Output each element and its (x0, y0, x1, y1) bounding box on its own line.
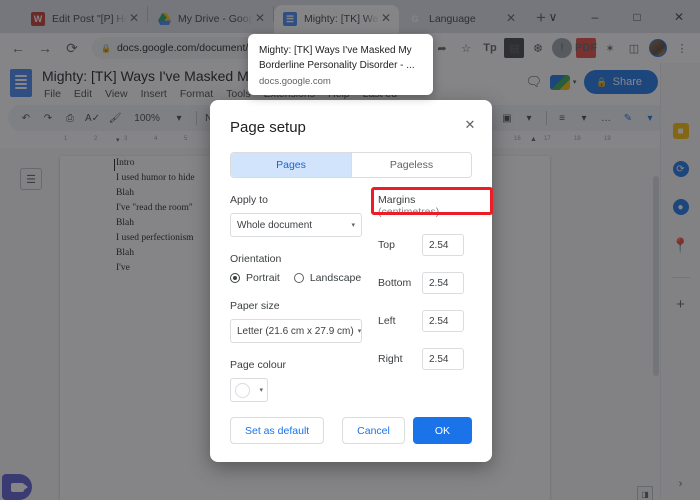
dialog-footer: Set as default Cancel OK (230, 417, 472, 444)
page-mode-tabs: Pages Pageless (230, 152, 472, 178)
margin-top-label: Top (378, 239, 395, 251)
tooltip-title-line2: Borderline Personality Disorder - ... (259, 60, 415, 71)
radio-landscape-label: Landscape (309, 272, 362, 284)
radio-selected-icon (230, 273, 240, 283)
chevron-down-icon: ▾ (259, 387, 263, 394)
tab-pages[interactable]: Pages (231, 153, 351, 177)
paper-size-select[interactable]: Letter (21.6 cm x 27.9 cm) ▾ (230, 319, 362, 343)
colour-swatch (235, 382, 250, 398)
page-colour-picker[interactable]: ▾ (230, 378, 268, 402)
margin-bottom-input[interactable] (422, 272, 464, 294)
apply-to-select[interactable]: Whole document ▾ (230, 213, 362, 237)
margin-left-input[interactable] (422, 310, 464, 332)
radio-portrait-label: Portrait (246, 272, 280, 284)
margin-row-top: Top (378, 234, 472, 256)
paper-size-label: Paper size (230, 300, 280, 312)
margin-right-input[interactable] (422, 348, 464, 370)
dialog-right-column: Margins (centimetres) Top Bottom Left Ri… (371, 187, 493, 418)
tab-pageless[interactable]: Pageless (351, 153, 471, 177)
dialog-primary-actions: Cancel OK (342, 417, 472, 444)
paper-size-group: Paper size Letter (21.6 cm x 27.9 cm) ▾ (230, 300, 362, 343)
paper-size-value: Letter (21.6 cm x 27.9 cm) (237, 325, 354, 337)
cancel-button[interactable]: Cancel (342, 417, 405, 444)
ok-button[interactable]: OK (412, 417, 472, 444)
orientation-group: Orientation Portrait Landscape (230, 253, 362, 284)
radio-landscape[interactable]: Landscape (293, 272, 362, 284)
tooltip-url: docs.google.com (259, 76, 331, 87)
page-colour-label: Page colour (230, 359, 287, 371)
apply-to-group: Apply to Whole document ▾ (230, 194, 362, 237)
margin-left-label: Left (378, 315, 396, 327)
dialog-columns: Apply to Whole document ▾ Orientation Po… (230, 187, 493, 418)
chevron-down-icon: ▾ (351, 222, 355, 229)
set-as-default-button[interactable]: Set as default (230, 417, 325, 444)
margin-bottom-label: Bottom (378, 277, 412, 289)
margins-highlight-annotation (371, 187, 493, 215)
radio-portrait[interactable]: Portrait (230, 272, 280, 284)
margin-row-bottom: Bottom (378, 272, 472, 294)
dialog-title: Page setup (230, 119, 306, 136)
tooltip-title-line1: Mighty: [TK] Ways I've Masked My (259, 45, 412, 56)
chevron-down-icon: ▾ (357, 328, 362, 335)
apply-to-label: Apply to (230, 194, 268, 206)
orientation-radios: Portrait Landscape (230, 272, 362, 284)
margin-top-input[interactable] (422, 234, 464, 256)
orientation-label: Orientation (230, 253, 282, 265)
margin-row-right: Right (378, 348, 472, 370)
radio-unselected-icon (293, 273, 304, 283)
margin-row-left: Left (378, 310, 472, 332)
page-colour-group: Page colour ▾ (230, 359, 362, 402)
apply-to-value: Whole document (237, 219, 313, 231)
dialog-left-column: Apply to Whole document ▾ Orientation Po… (230, 194, 362, 418)
tab-hover-tooltip: Mighty: [TK] Ways I've Masked My Borderl… (248, 34, 433, 95)
margin-right-label: Right (378, 353, 403, 365)
page-setup-dialog: Page setup ✕ Pages Pageless Apply to Who… (210, 100, 493, 462)
close-icon[interactable]: ✕ (462, 117, 478, 133)
